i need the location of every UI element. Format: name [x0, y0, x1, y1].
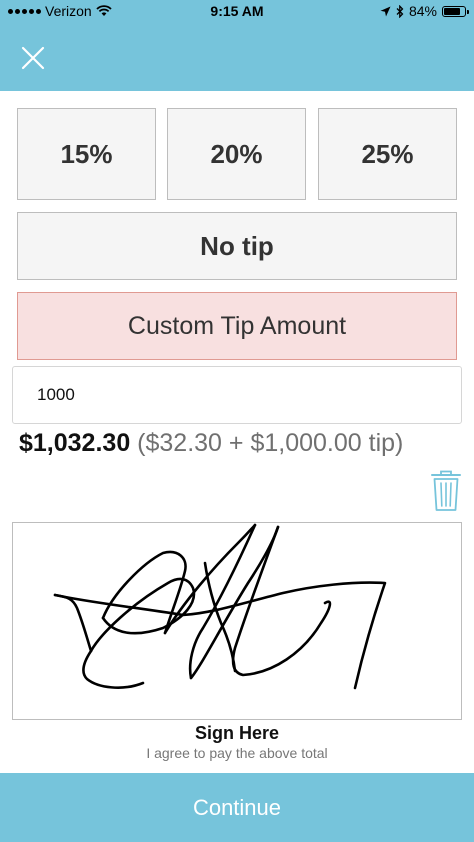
- bluetooth-icon: [396, 4, 404, 18]
- no-tip-button[interactable]: No tip: [17, 212, 457, 280]
- no-tip-label: No tip: [200, 230, 274, 261]
- close-icon: [21, 46, 45, 70]
- custom-tip-button[interactable]: Custom Tip Amount: [17, 292, 457, 360]
- battery-percent: 84%: [408, 3, 437, 19]
- sign-agreement-text: I agree to pay the above total: [146, 745, 328, 761]
- continue-label: Continue: [192, 794, 282, 820]
- signal-dots-icon: [8, 8, 41, 14]
- sign-here-title: Sign Here: [194, 723, 280, 743]
- header-bar: [0, 24, 474, 91]
- tip-15-label: 15%: [60, 138, 113, 169]
- location-arrow-icon: [380, 6, 391, 16]
- custom-tip-input[interactable]: [12, 366, 462, 424]
- signature-strokes: [53, 523, 387, 690]
- total-breakdown: ($32.30 + $1,000.00 tip): [137, 429, 404, 457]
- tip-15-button[interactable]: 15%: [17, 108, 156, 200]
- signature-pad[interactable]: [12, 522, 462, 720]
- close-button[interactable]: [18, 43, 48, 73]
- trash-icon: [431, 470, 461, 511]
- custom-tip-label: Custom Tip Amount: [127, 311, 347, 340]
- continue-button[interactable]: Continue: [0, 773, 474, 842]
- tip-20-button[interactable]: 20%: [167, 108, 306, 200]
- tip-25-button[interactable]: 25%: [318, 108, 457, 200]
- tip-20-label: 20%: [210, 138, 263, 169]
- total-amount: $1,032.30: [19, 429, 131, 457]
- carrier-label: Verizon: [45, 3, 92, 19]
- clear-signature-button[interactable]: [430, 470, 462, 512]
- battery-icon: [442, 5, 469, 17]
- status-bar: Verizon 9:15 AM 84%: [0, 0, 474, 24]
- tip-25-label: 25%: [361, 138, 414, 169]
- status-bar-right: 84%: [380, 3, 469, 19]
- wifi-icon: [96, 5, 112, 16]
- total-summary: $1,032.30 ($32.30 + $1,000.00 tip): [19, 427, 403, 459]
- status-bar-left: Verizon: [8, 3, 112, 19]
